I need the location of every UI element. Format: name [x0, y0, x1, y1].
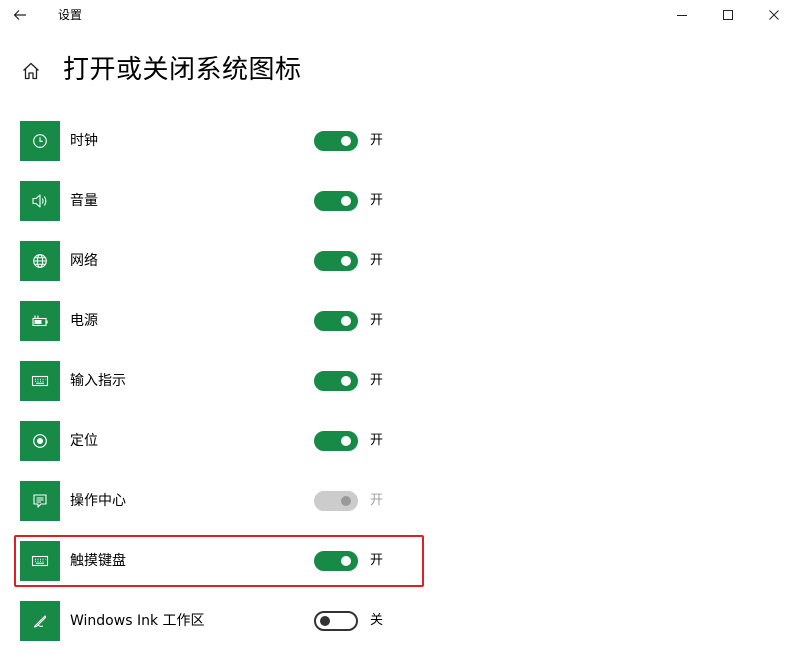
pen-icon [33, 615, 47, 628]
windows-ink-tile [20, 601, 60, 641]
setting-row-touch-keyboard: 触摸键盘 开 [0, 541, 797, 601]
toggle-state-label: 开 [370, 253, 384, 268]
toggle-state-label: 开 [370, 433, 384, 448]
minimize-icon [677, 15, 687, 16]
toggle-knob [341, 136, 351, 146]
action-center-icon [33, 494, 47, 508]
setting-label: Windows Ink 工作区 [70, 613, 205, 629]
page-title: 打开或关闭系统图标 [63, 55, 302, 85]
back-arrow-icon [13, 10, 26, 20]
location-tile [20, 421, 60, 461]
setting-label: 电源 [70, 313, 98, 329]
setting-row-location: 定位 开 [0, 421, 797, 481]
touch-keyboard-icon [31, 555, 49, 567]
toggle-knob [341, 436, 351, 446]
toggle-knob [341, 316, 351, 326]
home-button[interactable] [18, 58, 44, 84]
toggle-knob [320, 616, 330, 626]
location-toggle[interactable] [314, 431, 358, 451]
back-button[interactable] [8, 3, 32, 27]
touch-keyboard-tile [20, 541, 60, 581]
toggle-knob [341, 496, 351, 506]
setting-row-power: 电源 开 [0, 301, 797, 361]
volume-tile [20, 181, 60, 221]
close-icon [769, 10, 779, 20]
windows-ink-toggle[interactable] [314, 611, 358, 631]
setting-row-action-center: 操作中心 开 [0, 481, 797, 541]
toggle-knob [341, 196, 351, 206]
setting-row-windows-ink: Windows Ink 工作区 关 [0, 601, 797, 661]
action-center-tile [20, 481, 60, 521]
power-tile [20, 301, 60, 341]
toggle-knob [341, 376, 351, 386]
volume-toggle[interactable] [314, 191, 358, 211]
network-tile [20, 241, 60, 281]
battery-icon [32, 315, 48, 327]
home-icon [23, 62, 39, 80]
toggle-knob [341, 556, 351, 566]
setting-row-network: 网络 开 [0, 241, 797, 301]
setting-label: 输入指示 [70, 373, 126, 389]
setting-label: 操作中心 [70, 493, 126, 509]
input-indicator-tile [20, 361, 60, 401]
toggle-knob [341, 256, 351, 266]
toggle-state-label: 关 [370, 613, 384, 628]
toggle-state-label: 开 [370, 313, 384, 328]
toggle-state-label: 开 [370, 133, 384, 148]
maximize-icon [723, 10, 733, 20]
action-center-toggle [314, 491, 358, 511]
touch-keyboard-toggle[interactable] [314, 551, 358, 571]
globe-icon [33, 254, 47, 268]
volume-icon [32, 194, 47, 208]
input-indicator-toggle[interactable] [314, 371, 358, 391]
setting-label: 音量 [70, 193, 98, 209]
maximize-button[interactable] [705, 0, 751, 30]
minimize-button[interactable] [659, 0, 705, 30]
toggle-state-label: 开 [370, 193, 384, 208]
clock-toggle[interactable] [314, 131, 358, 151]
setting-row-volume: 音量 开 [0, 181, 797, 241]
toggle-state-label: 开 [370, 493, 384, 508]
setting-label: 时钟 [70, 133, 98, 149]
clock-tile [20, 121, 60, 161]
clock-icon [33, 134, 47, 148]
app-title: 设置 [58, 8, 83, 22]
power-toggle[interactable] [314, 311, 358, 331]
setting-label: 触摸键盘 [70, 553, 126, 569]
location-icon [33, 434, 47, 448]
keyboard-icon [31, 375, 49, 387]
toggle-state-label: 开 [370, 553, 384, 568]
setting-row-clock: 时钟 开 [0, 121, 797, 181]
setting-label: 定位 [70, 433, 98, 449]
close-button[interactable] [751, 0, 797, 30]
setting-label: 网络 [70, 253, 98, 269]
title-bar: 设置 [0, 0, 797, 30]
network-toggle[interactable] [314, 251, 358, 271]
toggle-state-label: 开 [370, 373, 384, 388]
setting-row-input-indicator: 输入指示 开 [0, 361, 797, 421]
